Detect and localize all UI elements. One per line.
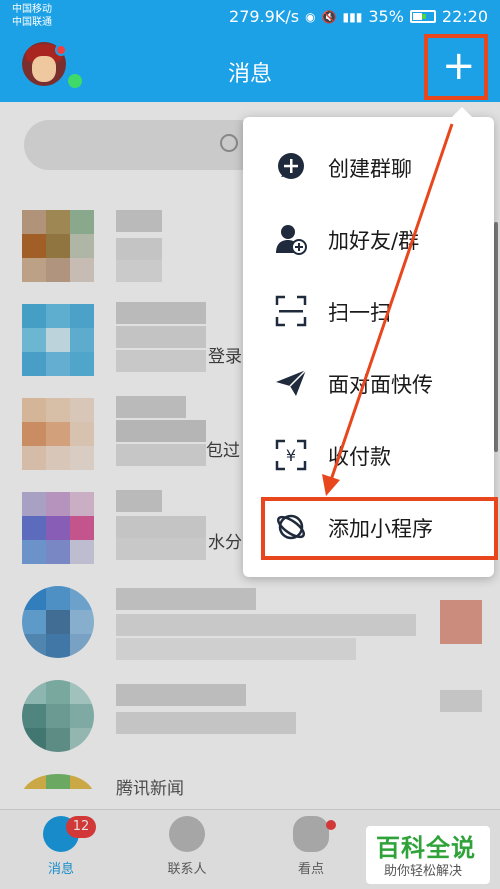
menu-item-create-group[interactable]: 创建群聊	[243, 131, 494, 203]
watermark-title: 百科全说	[376, 834, 476, 862]
mute-icon: 🔇	[321, 9, 337, 24]
chat-plus-icon	[278, 153, 304, 179]
add-friend-icon	[276, 225, 307, 255]
menu-label: 扫一扫	[328, 301, 391, 325]
add-button[interactable]: +	[442, 44, 476, 88]
watermark-logo: 百科全说 助你轻松解决	[366, 826, 490, 884]
signal-icon: ▮▮▮	[342, 9, 363, 24]
carrier-info: 中国移动 中国联通	[12, 3, 52, 29]
status-indicators: 279.9K/s ◉ 🔇 ▮▮▮ 35% 22:20	[229, 7, 488, 26]
clock: 22:20	[441, 7, 488, 26]
nfc-icon: ◉	[305, 9, 316, 24]
app-header: 消息 +	[0, 34, 500, 102]
carrier-2: 中国联通	[12, 17, 52, 28]
mini-program-highlight	[261, 497, 498, 560]
payment-icon: ¥	[275, 439, 307, 471]
menu-item-payment[interactable]: ¥ 收付款	[243, 419, 494, 491]
notification-dot	[55, 44, 67, 56]
status-bar: 中国移动 中国联通 279.9K/s ◉ 🔇 ▮▮▮ 35% 22:20	[0, 0, 500, 34]
plus-dropdown-menu: 创建群聊 加好友/群 扫一扫 面对面快传 ¥ 收付款 添加小程序	[243, 107, 498, 577]
menu-label: 创建群聊	[328, 157, 412, 181]
network-speed: 279.9K/s	[229, 7, 300, 26]
scan-icon	[275, 295, 307, 327]
paper-plane-icon	[276, 369, 307, 396]
carrier-1: 中国移动	[12, 4, 52, 15]
menu-label: 加好友/群	[328, 229, 420, 253]
battery-percent: 35%	[368, 7, 404, 26]
watermark-subtitle: 助你轻松解决	[384, 864, 463, 879]
add-button-highlight: +	[424, 34, 488, 100]
menu-label: 收付款	[328, 445, 391, 469]
menu-item-add-friend[interactable]: 加好友/群	[243, 203, 494, 275]
battery-icon	[409, 10, 436, 23]
menu-item-scan[interactable]: 扫一扫	[243, 275, 494, 347]
menu-label: 面对面快传	[328, 373, 433, 397]
menu-item-face-to-face-transfer[interactable]: 面对面快传	[243, 347, 494, 419]
svg-text:¥: ¥	[286, 446, 296, 465]
